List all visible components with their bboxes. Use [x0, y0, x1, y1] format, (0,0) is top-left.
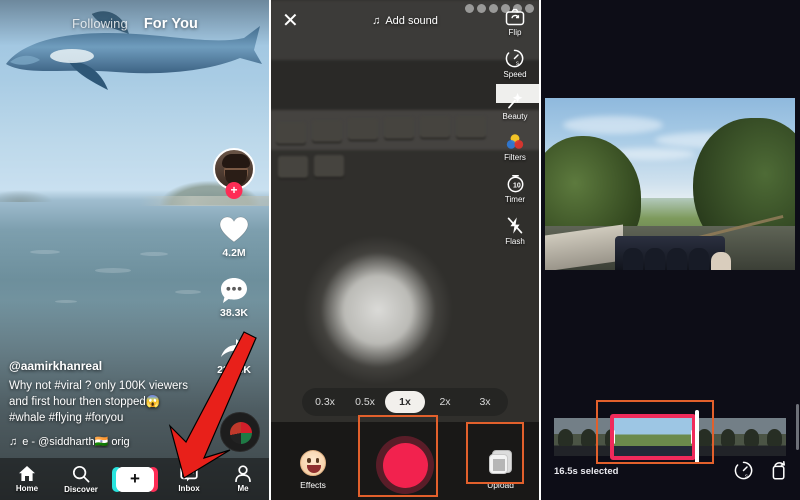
- flash-label: Flash: [505, 237, 525, 246]
- highlight-box-record-button: [358, 415, 438, 497]
- sea-ripple: [30, 250, 60, 254]
- like-button[interactable]: 4.2M: [219, 216, 249, 259]
- avatar-hair: [222, 154, 250, 168]
- sea-ripple: [175, 290, 201, 294]
- effects-label: Effects: [300, 480, 326, 490]
- svg-text:s: s: [516, 61, 519, 67]
- camera-tool-rail: Flip s Speed Beauty Filters 10 Timer Fla…: [494, 8, 536, 258]
- add-sound-button[interactable]: ♫ Add sound: [372, 15, 438, 27]
- video-preview[interactable]: [545, 98, 795, 270]
- speed-label: Speed: [503, 70, 527, 79]
- panel-video-trim: 16.5s selected s: [540, 0, 800, 500]
- smiley-mouth: [307, 465, 321, 473]
- timeline-frame: [739, 418, 763, 456]
- home-icon: [19, 466, 35, 481]
- flash-off-icon: [507, 217, 523, 234]
- comment-button[interactable]: 38.3K: [220, 277, 248, 319]
- zoom-option-3x[interactable]: 3x: [465, 391, 505, 413]
- highlight-box-upload-button: [466, 422, 524, 484]
- zoom-level-selector: 0.3x 0.5x 1x 2x 3x: [302, 388, 508, 416]
- keyboard-key: [278, 156, 308, 178]
- panel-divider-1: [269, 0, 271, 500]
- hill-shape-left: [0, 180, 70, 202]
- zoom-option-1x[interactable]: 1x: [385, 391, 425, 413]
- preview-cloud: [563, 116, 663, 134]
- nav-label-inbox: Inbox: [178, 484, 200, 493]
- rotate-icon[interactable]: [769, 461, 788, 480]
- preview-seat: [689, 248, 709, 270]
- effects-button[interactable]: Effects: [300, 450, 326, 490]
- panel-divider-2: [539, 0, 541, 500]
- panel-camera: ✕ ♫ Add sound Flip s Speed Beauty Filter…: [270, 0, 540, 500]
- nav-item-discover[interactable]: Discover: [54, 465, 108, 494]
- timer-icon: 10: [507, 175, 523, 193]
- music-note-icon: ♫: [9, 435, 18, 448]
- red-arrow-annotation: [168, 331, 257, 479]
- zoom-option-0-5x[interactable]: 0.5x: [345, 391, 385, 413]
- heart-icon: [219, 216, 249, 243]
- add-sound-label: Add sound: [385, 15, 438, 27]
- filters-label: Filters: [504, 153, 526, 162]
- effects-smiley-icon: [300, 450, 326, 476]
- speed-icon: s: [506, 49, 524, 68]
- scrollbar-thumb[interactable]: [796, 404, 799, 450]
- music-title: e - @siddharth🇮🇳 orig: [22, 436, 130, 448]
- sea-ripple: [140, 252, 168, 256]
- feed-tabs: Following For You: [0, 16, 270, 32]
- comment-count: 38.3K: [219, 307, 249, 319]
- beauty-label: Beauty: [502, 112, 528, 121]
- keyboard-key: [314, 155, 344, 177]
- tab-following[interactable]: Following: [72, 16, 128, 31]
- highlight-box-trim-window: [596, 400, 714, 464]
- like-count: 4.2M: [222, 247, 246, 259]
- keyboard-key: [276, 122, 306, 144]
- keyboard-key: [456, 116, 486, 138]
- speed-button[interactable]: s Speed: [503, 49, 527, 79]
- timeline-frame: [716, 418, 740, 456]
- flip-camera-button[interactable]: Flip: [505, 8, 525, 37]
- close-icon[interactable]: ✕: [282, 11, 299, 31]
- filters-icon: [506, 134, 524, 149]
- screenshot-stage: Following For You + 4.2M 38.3K @aamirkha…: [0, 0, 800, 500]
- search-icon: [72, 465, 90, 482]
- preview-seat: [667, 248, 687, 270]
- beauty-wand-icon: [507, 93, 522, 109]
- keyboard-key: [348, 118, 378, 140]
- preview-passenger: [711, 252, 731, 270]
- beauty-button[interactable]: Beauty: [502, 91, 528, 121]
- sea-ripple: [95, 268, 131, 273]
- timeline-frame: [762, 418, 786, 456]
- keyboard-key: [312, 120, 342, 142]
- smiley-eye: [315, 458, 319, 463]
- nav-label-discover: Discover: [64, 484, 98, 494]
- keyboard-key: [384, 117, 414, 139]
- tab-for-you[interactable]: For You: [144, 16, 198, 32]
- zoom-option-2x[interactable]: 2x: [425, 391, 465, 413]
- timeline-frame: [554, 418, 578, 456]
- svg-text:s: s: [745, 474, 748, 480]
- keyboard-key: [420, 116, 450, 138]
- flip-camera-icon: [505, 8, 525, 26]
- preview-seat: [623, 248, 643, 270]
- nav-label-home: Home: [15, 484, 39, 493]
- nav-item-home[interactable]: Home: [0, 465, 54, 493]
- svg-text:10: 10: [513, 182, 521, 189]
- flash-button[interactable]: Flash: [505, 216, 525, 246]
- trim-bottom-icons: s: [734, 461, 788, 480]
- speed-icon[interactable]: s: [734, 461, 753, 480]
- music-note-icon: ♫: [372, 15, 381, 27]
- avatar[interactable]: +: [213, 148, 255, 199]
- preview-seat: [645, 248, 665, 270]
- timer-label: Timer: [504, 195, 526, 204]
- flip-label: Flip: [508, 28, 522, 37]
- timer-button[interactable]: 10 Timer: [505, 174, 525, 204]
- nav-label-me: Me: [237, 484, 249, 493]
- panel-tiktok-feed: Following For You + 4.2M 38.3K @aamirkha…: [0, 0, 270, 500]
- filters-button[interactable]: Filters: [504, 133, 526, 162]
- selected-duration-label: 16.5s selected: [554, 466, 619, 477]
- smiley-eye: [307, 458, 311, 463]
- comment-icon: [221, 278, 247, 303]
- follow-plus-icon[interactable]: +: [225, 182, 243, 199]
- zoom-option-0-3x[interactable]: 0.3x: [305, 391, 345, 413]
